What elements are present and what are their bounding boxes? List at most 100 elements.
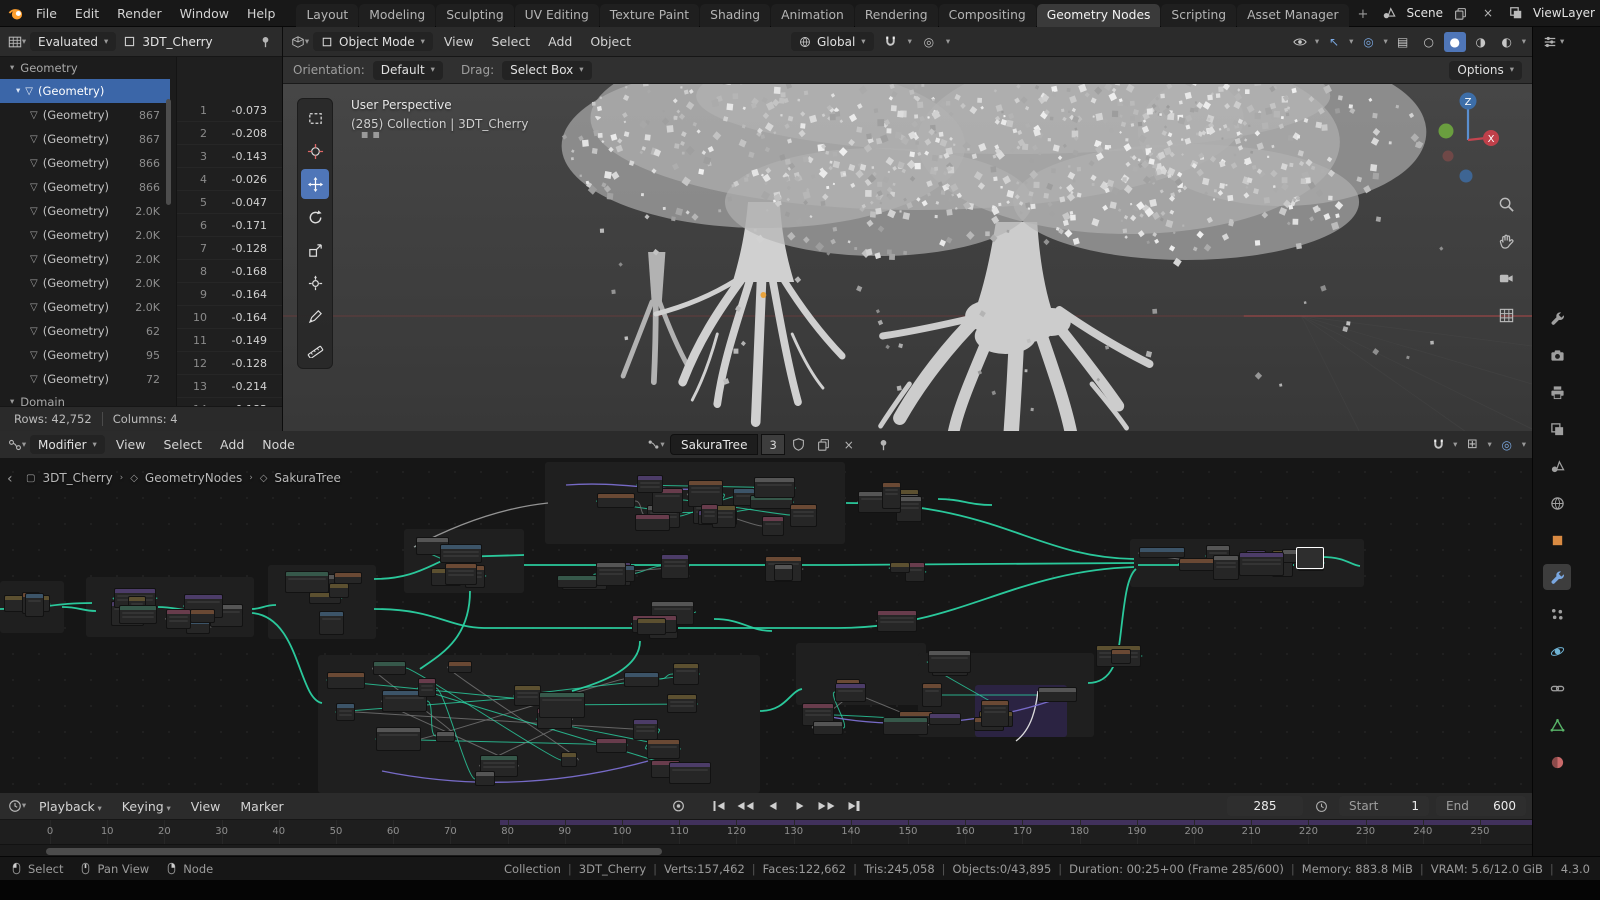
viewport-menu-object[interactable]: Object [581, 31, 640, 52]
unlink-nodetree-icon[interactable]: × [838, 435, 860, 455]
property-tab-output[interactable] [1543, 379, 1571, 405]
overlays-toggle-icon[interactable]: ◎ [1357, 32, 1379, 52]
zoom-icon[interactable] [1494, 192, 1518, 216]
spreadsheet-editor-type-icon[interactable]: ▾ [6, 32, 28, 52]
tree-item-selected[interactable]: ▾ ▽ (Geometry) [0, 79, 170, 103]
viewport-menu-view[interactable]: View [435, 31, 483, 52]
node[interactable] [673, 663, 699, 685]
node[interactable] [1111, 649, 1131, 664]
node-menu-add[interactable]: Add [211, 434, 253, 455]
node[interactable] [596, 562, 626, 586]
viewlayer-name[interactable]: ViewLayer [1533, 6, 1595, 20]
timeline-editor-type-icon[interactable]: ▾ [6, 796, 28, 816]
node[interactable] [701, 504, 718, 524]
tool-select-box-button[interactable] [301, 103, 329, 133]
spreadsheet-row[interactable]: 7-0.128 [177, 237, 282, 260]
node[interactable] [319, 611, 344, 635]
node[interactable] [445, 563, 477, 585]
workspace-tab-geometry-nodes[interactable]: Geometry Nodes [1037, 4, 1161, 27]
tool-measure-button[interactable] [301, 334, 329, 364]
spreadsheet-row[interactable]: 10-0.164 [177, 306, 282, 329]
property-tab-scene[interactable] [1543, 453, 1571, 479]
ortho-grid-icon[interactable] [1494, 303, 1518, 327]
timeline-scroll-thumb[interactable] [46, 848, 662, 855]
geometry-tree-item[interactable]: ▽(Geometry)2.0K [0, 199, 170, 223]
node[interactable] [418, 678, 436, 697]
node[interactable] [539, 692, 585, 718]
node[interactable] [661, 554, 689, 579]
node[interactable] [285, 571, 329, 593]
current-frame-field[interactable]: 285 [1227, 796, 1303, 816]
menu-help[interactable]: Help [238, 3, 285, 24]
transform-orientation-dropdown[interactable]: Global▾ [791, 32, 874, 51]
fake-user-shield-icon[interactable] [788, 435, 810, 455]
tool-cursor-button[interactable] [301, 136, 329, 166]
node[interactable] [637, 618, 666, 635]
property-tab-tool[interactable] [1543, 305, 1571, 331]
property-tab-render[interactable] [1543, 342, 1571, 368]
node-menu-node[interactable]: Node [253, 434, 304, 455]
auto-keying-toggle[interactable] [667, 797, 691, 815]
dataset-dropdown[interactable]: Evaluated▾ [30, 32, 116, 51]
node[interactable] [877, 610, 917, 632]
tool-transform-button[interactable] [301, 268, 329, 298]
node[interactable] [762, 516, 784, 536]
node-mode-dropdown[interactable]: Modifier▾ [30, 435, 105, 454]
spreadsheet-row[interactable]: 13-0.214 [177, 375, 282, 398]
property-tab-world[interactable] [1543, 490, 1571, 516]
node[interactable] [922, 683, 942, 707]
node[interactable] [754, 477, 795, 498]
breadcrumb-item[interactable]: SakuraTree [274, 471, 340, 485]
new-nodetree-copy-icon[interactable] [813, 435, 835, 455]
shading-wireframe-icon[interactable]: ○ [1418, 32, 1440, 52]
shading-rendered-icon[interactable]: ◐ [1496, 32, 1518, 52]
timeline-menu-playback[interactable]: Playback ▾ [30, 796, 111, 817]
node[interactable] [883, 717, 928, 735]
node[interactable] [336, 703, 355, 721]
spreadsheet-row[interactable]: 3-0.143 [177, 145, 282, 168]
next-keyframe-button[interactable] [815, 797, 839, 815]
geometry-tree-item[interactable]: ▽(Geometry)866 [0, 175, 170, 199]
tool-rotate-button[interactable] [301, 202, 329, 232]
node[interactable] [119, 605, 157, 624]
node[interactable] [635, 514, 670, 531]
pin-icon[interactable] [254, 32, 276, 52]
geometry-tree-item[interactable]: ▽(Geometry)867 [0, 127, 170, 151]
node[interactable] [929, 713, 961, 725]
node[interactable] [561, 752, 577, 767]
proportional-editing-icon[interactable]: ◎ [918, 32, 940, 52]
node[interactable] [514, 685, 541, 706]
viewport-menu-add[interactable]: Add [539, 31, 581, 52]
xray-toggle-icon[interactable]: ▤ [1392, 32, 1414, 52]
node[interactable] [557, 575, 597, 588]
geometry-tree-item[interactable]: ▽(Geometry)2.0K [0, 223, 170, 247]
node[interactable] [835, 683, 866, 702]
node[interactable] [774, 564, 793, 581]
new-scene-button[interactable] [1449, 3, 1471, 23]
mode-dropdown[interactable]: Object Mode▾ [313, 32, 433, 51]
node-overlays-toggle-icon[interactable]: ◎ [1496, 435, 1518, 455]
property-tab-object[interactable] [1543, 527, 1571, 553]
start-frame-field[interactable]: Start1 [1339, 796, 1429, 816]
workspace-tab-animation[interactable]: Animation [771, 4, 854, 27]
workspace-tab-uv-editing[interactable]: UV Editing [515, 4, 599, 27]
browse-nodetree-icon[interactable]: ▾ [645, 435, 667, 455]
timeline-menu-marker[interactable]: Marker [231, 796, 292, 817]
node[interactable] [667, 694, 697, 713]
visibility-dropdown-icon[interactable] [1289, 32, 1311, 52]
spreadsheet-row[interactable]: 12-0.128 [177, 352, 282, 375]
spreadsheet-row[interactable]: 5-0.047 [177, 191, 282, 214]
workspace-tab-modeling[interactable]: Modeling [359, 4, 435, 27]
pin-nodetree-icon[interactable] [873, 435, 895, 455]
node[interactable] [166, 609, 191, 629]
tree-scrollbar[interactable] [166, 99, 171, 205]
gizmos-toggle-icon[interactable]: ↖ [1323, 32, 1345, 52]
workspace-tab-asset-manager[interactable]: Asset Manager [1237, 4, 1348, 27]
node[interactable] [813, 721, 843, 735]
node[interactable] [1213, 555, 1239, 580]
node[interactable] [329, 583, 349, 598]
property-tab-modifiers[interactable] [1543, 564, 1571, 590]
geometry-tree-item[interactable]: ▽(Geometry)2.0K [0, 295, 170, 319]
node[interactable] [633, 719, 658, 740]
workspace-tab-sculpting[interactable]: Sculpting [436, 4, 513, 27]
